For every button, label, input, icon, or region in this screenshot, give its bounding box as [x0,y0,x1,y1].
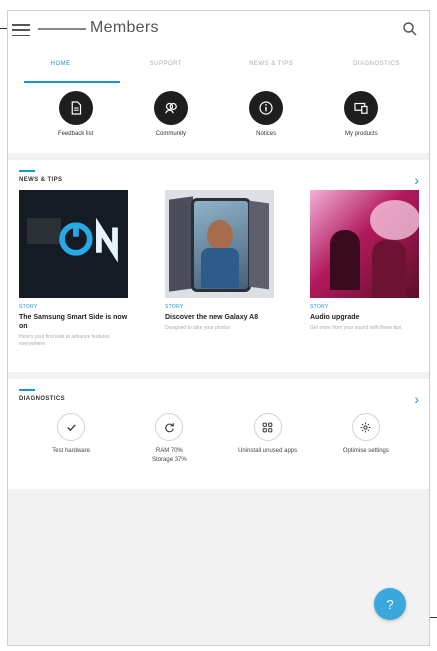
chevron-right-icon[interactable]: › [414,391,419,407]
settings-icon [361,422,371,432]
refresh-icon [165,422,174,432]
people-icon [165,102,177,114]
devices-icon [354,102,368,114]
quick-actions: Feedback list Community Notices My produ… [8,87,429,153]
app-title: Members [90,19,159,36]
notices-label: Notices [256,131,277,137]
news-card[interactable]: STORY Discover the new Galaxy A8 Designe… [165,190,274,332]
news-card-image [165,190,274,298]
news-card-image [19,190,128,298]
optimise-settings-button[interactable]: Optimise settings [320,413,412,465]
app-bar: Members [8,11,429,53]
news-card-image [310,190,419,298]
community-label: Community [155,131,187,137]
tab-diagnostics[interactable]: DIAGNOSTICS [324,53,429,87]
uninstall-apps-button[interactable]: Uninstall unused apps [222,413,314,465]
active-tab-indicator [24,81,120,83]
info-icon [259,101,273,115]
news-tips-section: NEWS & TIPS › STORY The Samsung Smart Si… [8,160,429,372]
document-icon [71,101,81,115]
news-card[interactable]: STORY Audio upgrade Get more from your s… [310,190,419,332]
tab-news-tips[interactable]: NEWS & TIPS [219,53,324,87]
test-hardware-button[interactable]: Test hardware [25,413,117,465]
search-icon[interactable] [401,20,419,38]
diagnostics-section: DIAGNOSTICS › Test hardware RAM 70% Stor… [8,379,429,489]
my-products-label: My products [345,131,378,137]
apps-grid-icon [262,422,273,432]
tab-support[interactable]: SUPPORT [113,53,218,87]
help-fab-button[interactable]: ? [374,588,406,620]
chevron-right-icon[interactable]: › [414,172,419,188]
memory-storage-label: RAM 70% Storage 37% [152,448,187,463]
power-logo-icon [59,217,118,262]
title-divider [38,28,86,30]
news-tips-title: NEWS & TIPS [19,177,63,183]
hamburger-menu-icon[interactable] [12,22,30,38]
news-card[interactable]: STORY The Samsung Smart Side is now on H… [19,190,128,348]
check-icon [66,423,76,431]
phone-screen: Members HOME SUPPORT NEWS & TIPS DIAGNOS… [7,10,430,646]
memory-storage-button[interactable]: RAM 70% Storage 37% [123,413,215,465]
diagnostics-title: DIAGNOSTICS [19,396,66,402]
community-button[interactable]: Community [131,91,211,153]
tab-bar: HOME SUPPORT NEWS & TIPS DIAGNOSTICS [8,53,429,87]
my-products-button[interactable]: My products [321,91,401,153]
feedback-list-button[interactable]: Feedback list [36,91,116,153]
feedback-list-label: Feedback list [57,131,94,137]
notices-button[interactable]: Notices [226,91,306,153]
